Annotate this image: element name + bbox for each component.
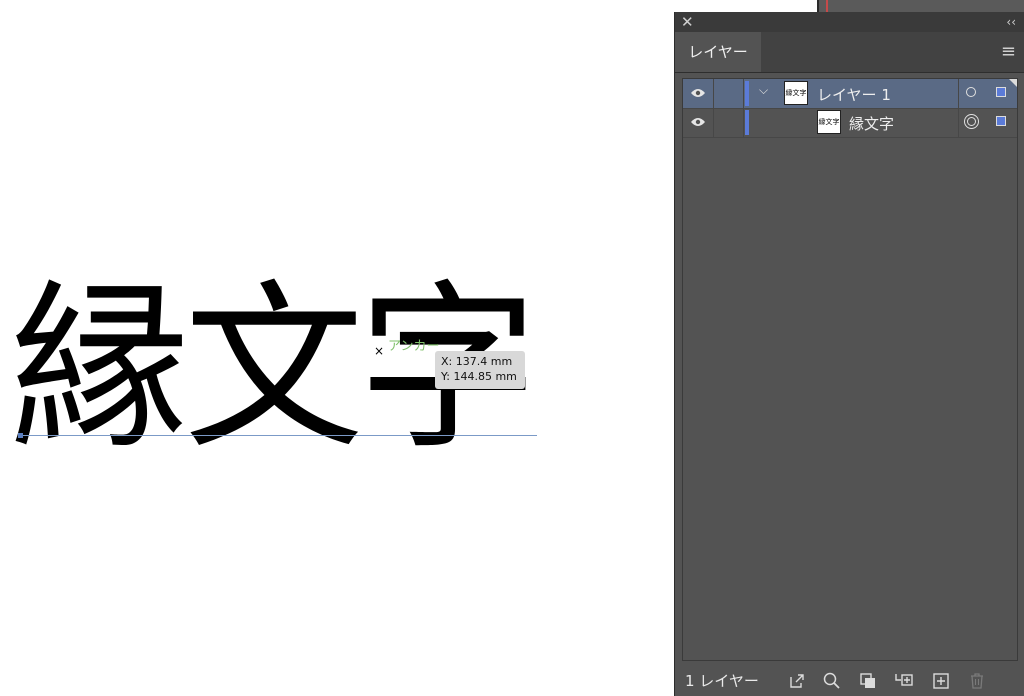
object-name[interactable]: 縁文字 [849, 113, 894, 134]
panel-tab-strip: レイヤー ≡ [675, 32, 1024, 73]
tab-layers[interactable]: レイヤー [675, 32, 761, 72]
tooltip-x: X: 137.4 mm [441, 355, 513, 368]
selection-square [996, 116, 1006, 126]
panel-titlebar: ✕ ‹‹ [675, 12, 1024, 32]
selection-indicator[interactable] [987, 79, 1017, 108]
layer-color-bar [745, 81, 749, 106]
collapse-icon[interactable]: ‹‹ [1006, 13, 1016, 31]
object-thumbnail: 縁文字 [817, 110, 841, 134]
selection-indicator[interactable] [987, 108, 1017, 137]
target-icon [966, 87, 976, 97]
target-toggle[interactable] [958, 79, 987, 108]
lock-toggle[interactable] [713, 79, 744, 108]
visibility-toggle[interactable] [683, 108, 714, 137]
eye-icon [691, 89, 705, 97]
chevron-down-icon[interactable]: ⌵ [759, 83, 768, 98]
new-sublayer-icon[interactable] [894, 671, 914, 691]
new-layer-icon[interactable] [931, 671, 951, 691]
artboard-canvas[interactable]: 縁文字 アンカー × X: 137.4 mm Y: 144.85 mm [0, 0, 674, 696]
layers-list: ⌵ 縁文字 レイヤー 1 縁文字 縁文字 [682, 78, 1018, 661]
text-baseline [20, 435, 537, 436]
panel-footer: 1 レイヤー [675, 666, 1024, 696]
anchor-point[interactable] [18, 433, 23, 438]
export-icon[interactable] [787, 671, 807, 691]
layer-name[interactable]: レイヤー 1 [817, 84, 891, 105]
target-toggle[interactable] [958, 108, 987, 137]
target-icon [964, 114, 979, 129]
object-row[interactable]: 縁文字 縁文字 [683, 108, 1017, 138]
layer-count: 1 レイヤー [685, 672, 759, 690]
eye-icon [691, 118, 705, 126]
trash-icon[interactable] [967, 671, 987, 691]
layer-row[interactable]: ⌵ 縁文字 レイヤー 1 [683, 79, 1017, 109]
layers-panel: ✕ ‹‹ レイヤー ≡ ⌵ 縁文字 レイヤー 1 縁文字 縁文字 1 レイヤー [674, 12, 1024, 696]
clip-mask-icon[interactable] [858, 671, 878, 691]
close-icon[interactable]: ✕ [681, 13, 694, 31]
lock-toggle[interactable] [713, 108, 744, 137]
current-layer-flag [1009, 79, 1017, 87]
visibility-toggle[interactable] [683, 79, 714, 108]
cursor-crosshair-icon: × [374, 344, 385, 358]
layer-thumbnail: 縁文字 [784, 81, 808, 105]
menu-icon[interactable]: ≡ [1001, 41, 1016, 62]
coordinate-tooltip: X: 137.4 mm Y: 144.85 mm [435, 351, 525, 389]
smart-guide-label: アンカー [388, 339, 440, 354]
selection-square [996, 87, 1006, 97]
search-icon[interactable] [822, 671, 842, 691]
tooltip-y: Y: 144.85 mm [441, 370, 517, 383]
layer-color-bar [745, 110, 749, 135]
